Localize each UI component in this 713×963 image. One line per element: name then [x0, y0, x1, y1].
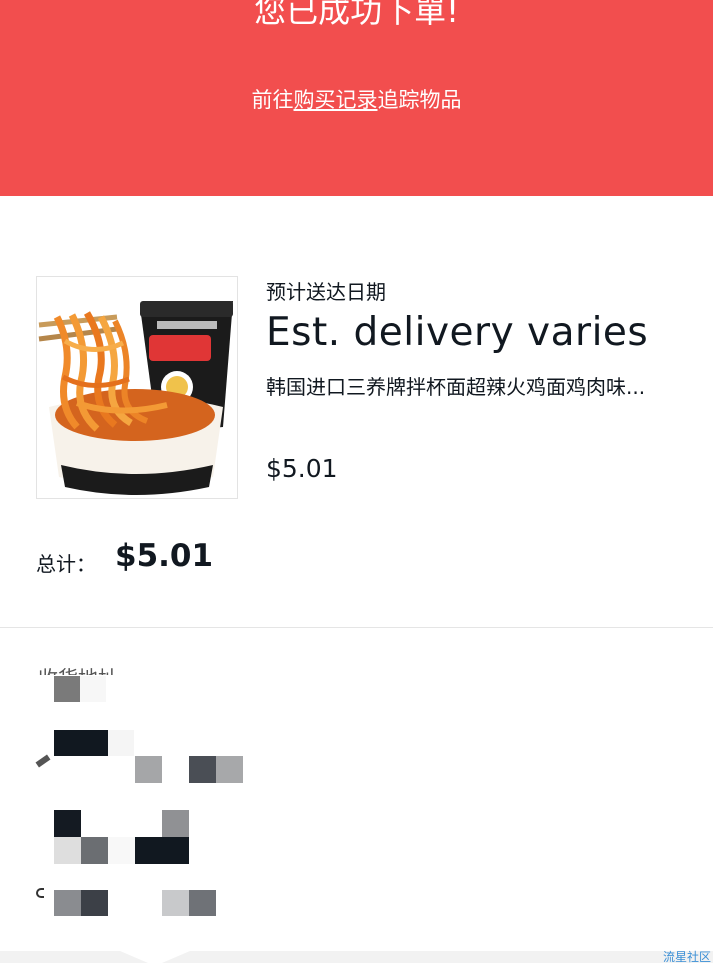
order-success-title: 您已成功下單!: [254, 0, 459, 30]
item-title[interactable]: 韩国进口三养牌拌杯面超辣火鸡面鸡肉味...: [266, 372, 666, 402]
total-label: 总计：: [36, 552, 96, 576]
order-success-banner: 您已成功下單! 前往购买记录追踪物品: [0, 0, 713, 196]
delivery-date-value: Est. delivery varies: [266, 310, 649, 355]
order-success-subtitle: 前往购买记录追踪物品: [0, 84, 713, 114]
delivery-date-label: 预计送达日期: [266, 280, 386, 304]
item-price: $5.01: [266, 454, 338, 483]
ordered-item[interactable]: 预计送达日期 Est. delivery varies 韩国进口三养牌拌杯面超辣…: [36, 276, 676, 500]
shipping-address-section: 收货地址: [0, 640, 713, 940]
watermark: 流星社区: [662, 950, 711, 963]
subtitle-prefix: 前往: [251, 88, 294, 112]
section-divider: [0, 627, 713, 628]
purchase-history-link[interactable]: 购买记录: [294, 88, 378, 112]
bottom-divider-strip: [0, 951, 713, 963]
subtitle-suffix: 追踪物品: [377, 88, 462, 112]
order-total: 总计： $5.01: [36, 536, 436, 580]
noodle-cup-image: [37, 277, 237, 498]
total-value: $5.01: [115, 538, 214, 574]
item-thumbnail[interactable]: [36, 276, 238, 499]
